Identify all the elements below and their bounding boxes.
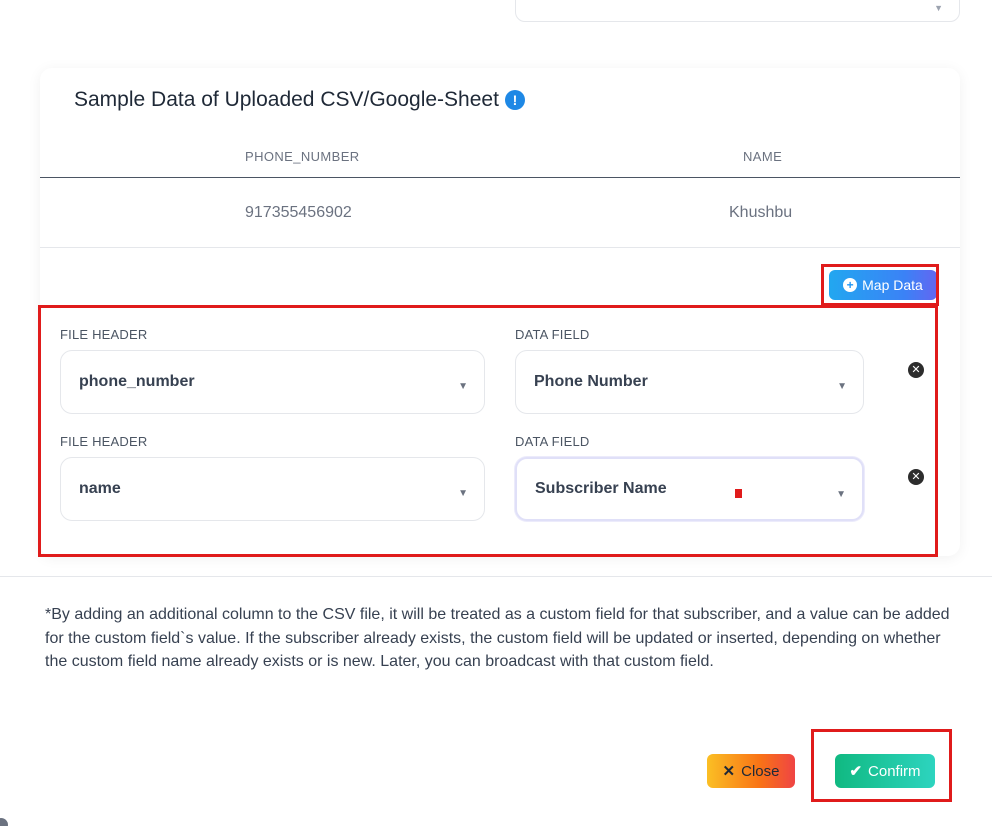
cursor-marker <box>735 489 742 498</box>
remove-circle-icon[interactable]: ✕ <box>908 469 924 485</box>
column-header-name: NAME <box>743 149 783 164</box>
data-field-select-1[interactable]: Phone Number ▼ <box>515 350 864 414</box>
close-button[interactable]: ✕ Close <box>707 754 795 788</box>
previous-select-field[interactable]: ▼ <box>515 0 960 22</box>
cell-name: Khushbu <box>729 204 793 221</box>
info-icon[interactable]: ! <box>504 90 525 110</box>
file-header-value: name <box>79 480 121 497</box>
data-field-label: DATA FIELD <box>515 434 590 449</box>
data-field-value: Subscriber Name <box>535 480 667 497</box>
cell-phone-number: 917355456902 <box>245 204 352 221</box>
file-header-select-2[interactable]: name ▼ <box>60 457 485 521</box>
chevron-down-icon: ▼ <box>458 381 468 392</box>
close-label: Close <box>741 762 780 780</box>
highlight-map-data <box>821 264 939 306</box>
card-title: Sample Data of Uploaded CSV/Google-Sheet… <box>74 88 525 112</box>
file-header-value: phone_number <box>79 373 195 390</box>
file-header-label: FILE HEADER <box>60 327 148 342</box>
sample-data-table: PHONE_NUMBER NAME 917355456902 Khushbu <box>40 138 960 248</box>
file-header-label: FILE HEADER <box>60 434 148 449</box>
chevron-down-icon: ▼ <box>934 3 943 13</box>
chevron-down-icon: ▼ <box>837 381 847 392</box>
data-field-value: Phone Number <box>534 373 648 390</box>
chevron-down-icon: ▼ <box>836 489 846 500</box>
column-header-phone-number: PHONE_NUMBER <box>245 149 360 164</box>
chevron-down-icon: ▼ <box>458 488 468 499</box>
custom-field-note: *By adding an additional column to the C… <box>45 606 950 670</box>
remove-circle-icon[interactable]: ✕ <box>908 362 924 378</box>
card-title-text: Sample Data of Uploaded CSV/Google-Sheet <box>74 88 499 111</box>
x-icon: ✕ <box>722 763 736 780</box>
highlight-confirm <box>811 729 952 802</box>
section-divider <box>0 576 992 577</box>
modal-corner <box>0 818 8 826</box>
file-header-select-1[interactable]: phone_number ▼ <box>60 350 485 414</box>
data-field-select-2[interactable]: Subscriber Name ▼ <box>515 457 864 521</box>
table-header: PHONE_NUMBER NAME <box>40 138 960 178</box>
table-row: 917355456902 Khushbu <box>40 178 960 248</box>
data-field-label: DATA FIELD <box>515 327 590 342</box>
